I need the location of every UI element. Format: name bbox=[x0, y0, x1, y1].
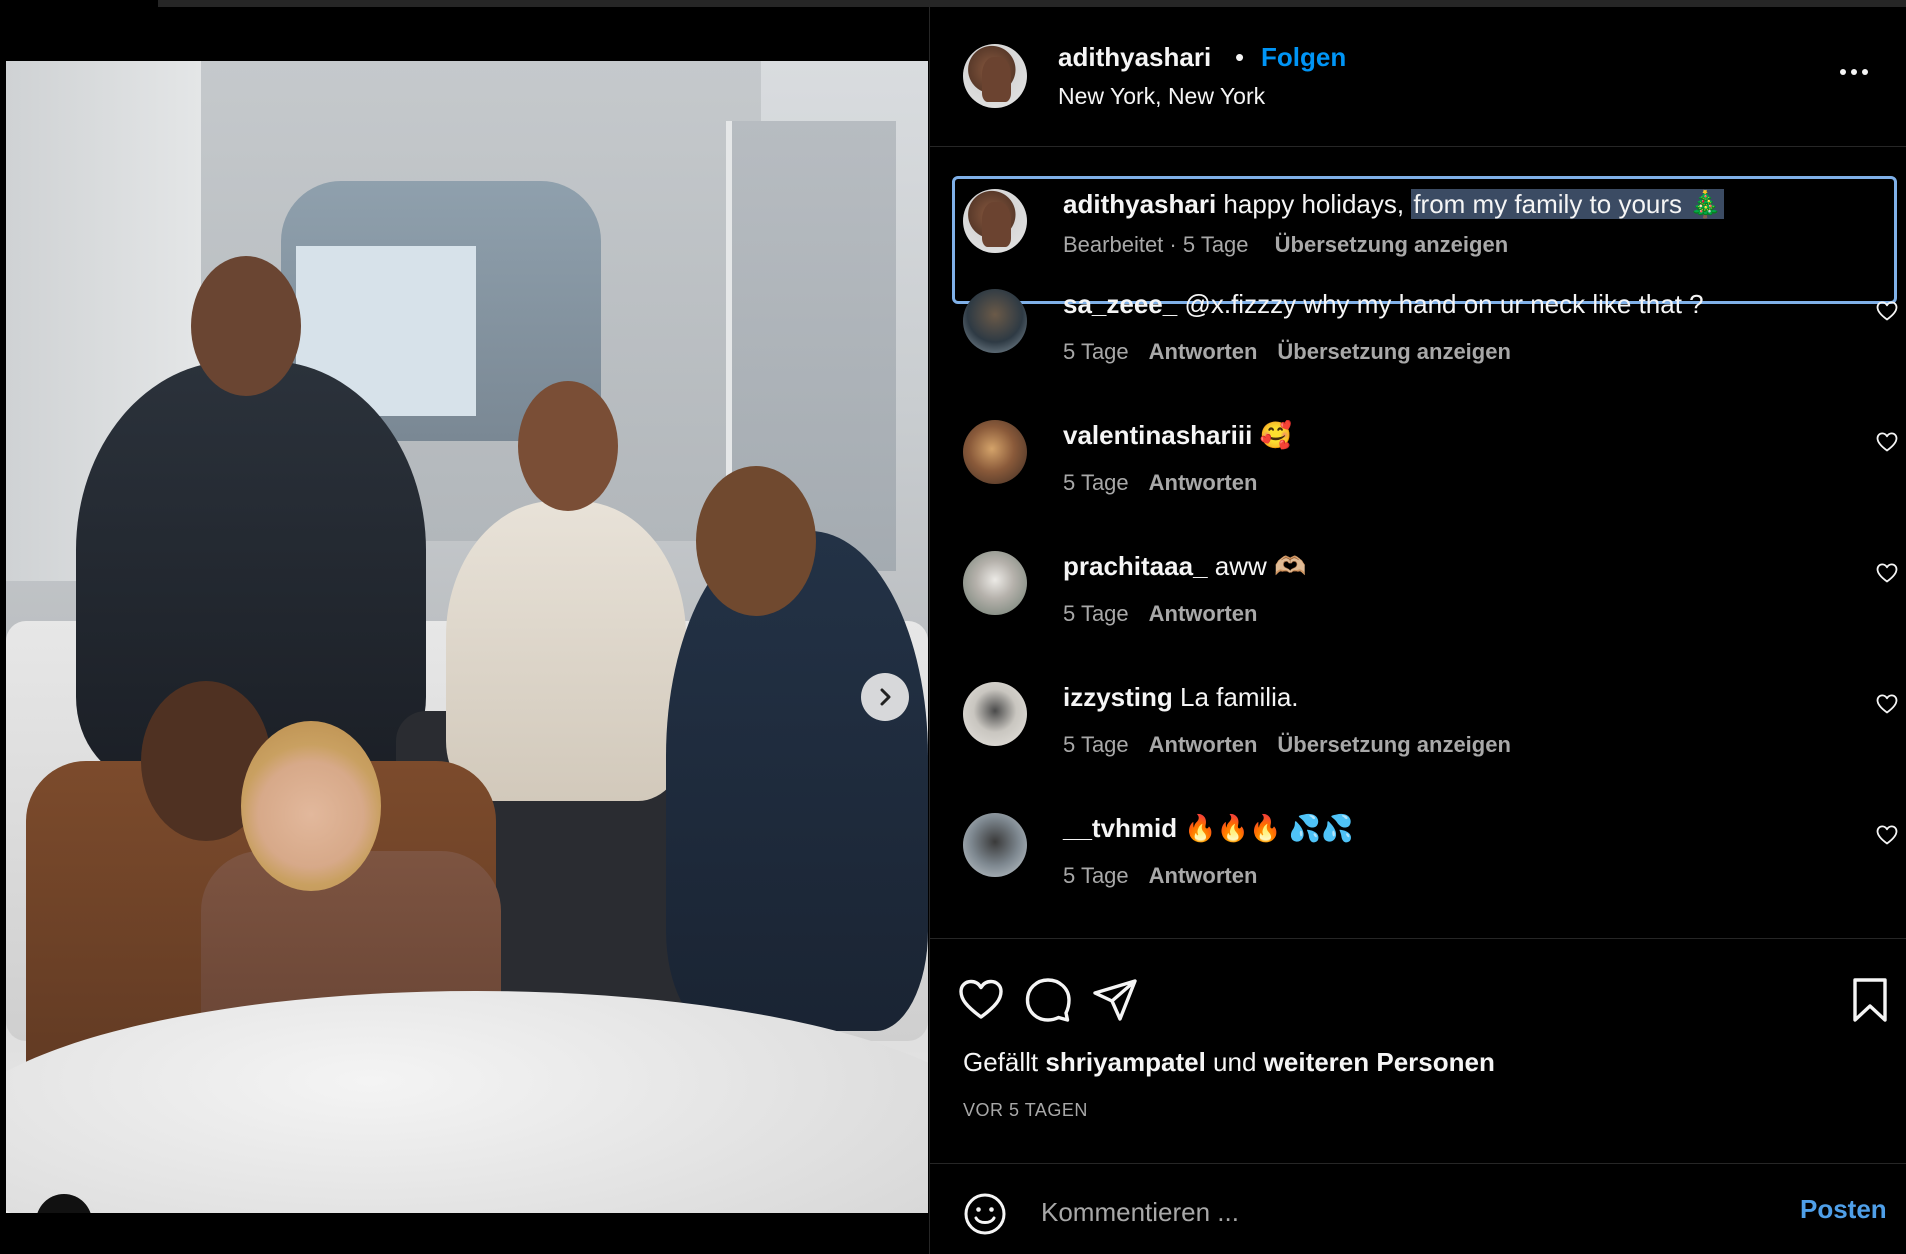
comment-time[interactable]: 5 Tage bbox=[1063, 601, 1129, 626]
follow-button[interactable]: Folgen bbox=[1261, 42, 1346, 73]
likes-others[interactable]: weiteren Personen bbox=[1264, 1047, 1495, 1077]
comment-like-icon[interactable] bbox=[1875, 692, 1899, 716]
commenter-username[interactable]: izzysting bbox=[1063, 682, 1173, 712]
post-header: adithyashari • Folgen New York, New York bbox=[930, 7, 1906, 147]
comment-body: 🔥🔥🔥 💦💦 bbox=[1184, 813, 1354, 843]
comment-like-icon[interactable] bbox=[1875, 823, 1899, 847]
header-separator: • bbox=[1235, 42, 1245, 72]
comment-meta: 5 Tage Antworten Übersetzung anzeigen bbox=[1063, 339, 1511, 365]
comment-meta: 5 Tage Antworten bbox=[1063, 601, 1257, 627]
photo-person-head bbox=[191, 256, 301, 396]
caption-selected-text: from my family to yours 🎄 bbox=[1411, 189, 1724, 219]
caption-username[interactable]: adithyashari bbox=[1063, 189, 1216, 219]
next-slide-button[interactable] bbox=[861, 673, 909, 721]
comment-text: prachitaaa_ aww 🫶🏼 bbox=[1063, 551, 1306, 582]
reply-button[interactable]: Antworten bbox=[1149, 732, 1258, 757]
reply-button[interactable]: Antworten bbox=[1149, 470, 1258, 495]
post-sidebar: adithyashari • Folgen New York, New York… bbox=[929, 7, 1906, 1254]
comment-like-icon[interactable] bbox=[1875, 430, 1899, 454]
comment-body: @x.fizzzy why my hand on ur neck like th… bbox=[1184, 289, 1704, 319]
comment-meta: 5 Tage Antworten bbox=[1063, 863, 1257, 889]
photo-foreground bbox=[6, 991, 928, 1213]
post-timestamp[interactable]: VOR 5 TAGEN bbox=[963, 1100, 1088, 1121]
commenter-avatar[interactable] bbox=[963, 551, 1027, 615]
commenter-username[interactable]: sa_zeee_ bbox=[1063, 289, 1177, 319]
commenter-avatar[interactable] bbox=[963, 682, 1027, 746]
next-arrow-icon bbox=[880, 688, 891, 706]
comment-text: sa_zeee_ @x.fizzzy why my hand on ur nec… bbox=[1063, 289, 1704, 320]
bookmark-icon[interactable] bbox=[1845, 975, 1895, 1025]
comment-composer: Posten bbox=[930, 1163, 1906, 1254]
translate-link[interactable]: Übersetzung anzeigen bbox=[1277, 732, 1510, 757]
commenter-avatar[interactable] bbox=[963, 420, 1027, 484]
reply-button[interactable]: Antworten bbox=[1149, 601, 1258, 626]
likes-summary: Gefällt shriyampatel und weiteren Person… bbox=[963, 1047, 1495, 1078]
caption-avatar[interactable] bbox=[963, 189, 1027, 253]
photo-person bbox=[446, 501, 686, 801]
likes-middle: und bbox=[1213, 1047, 1257, 1077]
photo-person-head bbox=[696, 466, 816, 616]
comment-body: aww 🫶🏼 bbox=[1214, 551, 1307, 581]
post-location[interactable]: New York, New York bbox=[1058, 83, 1265, 110]
commenter-username[interactable]: valentinashariii bbox=[1063, 420, 1252, 450]
comment-time[interactable]: 5 Tage bbox=[1063, 470, 1129, 495]
comment-body: 🥰 bbox=[1259, 420, 1292, 450]
caption-text: adithyashari happy holidays, from my fam… bbox=[1063, 189, 1724, 220]
caption-body: happy holidays, bbox=[1223, 189, 1412, 219]
reply-button[interactable]: Antworten bbox=[1149, 339, 1258, 364]
comments-list[interactable]: adithyashari happy holidays, from my fam… bbox=[930, 148, 1906, 938]
translate-link[interactable]: Übersetzung anzeigen bbox=[1277, 339, 1510, 364]
photo-person-head bbox=[241, 721, 381, 891]
translate-link[interactable]: Übersetzung anzeigen bbox=[1275, 232, 1508, 257]
comment-body: La familia. bbox=[1180, 682, 1299, 712]
commenter-username[interactable]: prachitaaa_ bbox=[1063, 551, 1208, 581]
edited-label: Bearbeitet bbox=[1063, 232, 1164, 257]
comment-input[interactable] bbox=[1041, 1190, 1741, 1234]
post-photo[interactable] bbox=[6, 61, 928, 1213]
commenter-username[interactable]: __tvhmid bbox=[1063, 813, 1177, 843]
emoji-icon[interactable] bbox=[963, 1192, 1007, 1236]
meta-separator: · bbox=[1169, 232, 1177, 257]
comment-time[interactable]: 5 Tage bbox=[1063, 339, 1129, 364]
comment-time[interactable]: 5 Tage bbox=[1063, 732, 1129, 757]
reply-button[interactable]: Antworten bbox=[1149, 863, 1258, 888]
window-top-strip bbox=[158, 0, 1906, 7]
share-icon[interactable] bbox=[1090, 975, 1140, 1025]
photo-person-head bbox=[518, 381, 618, 511]
caption-time[interactable]: 5 Tage bbox=[1183, 232, 1249, 257]
author-avatar[interactable] bbox=[963, 44, 1027, 108]
more-icon[interactable] bbox=[1840, 69, 1868, 75]
heart-icon[interactable] bbox=[956, 975, 1006, 1025]
comment-like-icon[interactable] bbox=[1875, 299, 1899, 323]
comment-text: izzysting La familia. bbox=[1063, 682, 1299, 713]
comment-text: valentinashariii 🥰 bbox=[1063, 420, 1292, 451]
comment-like-icon[interactable] bbox=[1875, 561, 1899, 585]
commenter-avatar[interactable] bbox=[963, 813, 1027, 877]
comment-meta: 5 Tage Antworten Übersetzung anzeigen bbox=[1063, 732, 1511, 758]
action-bar: Gefällt shriyampatel und weiteren Person… bbox=[930, 938, 1906, 1163]
photo-person bbox=[666, 531, 928, 1031]
likes-prefix: Gefällt bbox=[963, 1047, 1039, 1077]
user-tag-icon bbox=[52, 1210, 76, 1213]
comment-text: __tvhmid 🔥🔥🔥 💦💦 bbox=[1063, 813, 1353, 844]
likes-user[interactable]: shriyampatel bbox=[1045, 1047, 1205, 1077]
comment-icon[interactable] bbox=[1023, 975, 1073, 1025]
comment-meta: 5 Tage Antworten bbox=[1063, 470, 1257, 496]
comment-time[interactable]: 5 Tage bbox=[1063, 863, 1129, 888]
caption-meta: Bearbeitet · 5 Tage Übersetzung anzeigen bbox=[1063, 232, 1508, 258]
author-username[interactable]: adithyashari bbox=[1058, 42, 1211, 73]
post-comment-button[interactable]: Posten bbox=[1800, 1194, 1887, 1225]
commenter-avatar[interactable] bbox=[963, 289, 1027, 353]
